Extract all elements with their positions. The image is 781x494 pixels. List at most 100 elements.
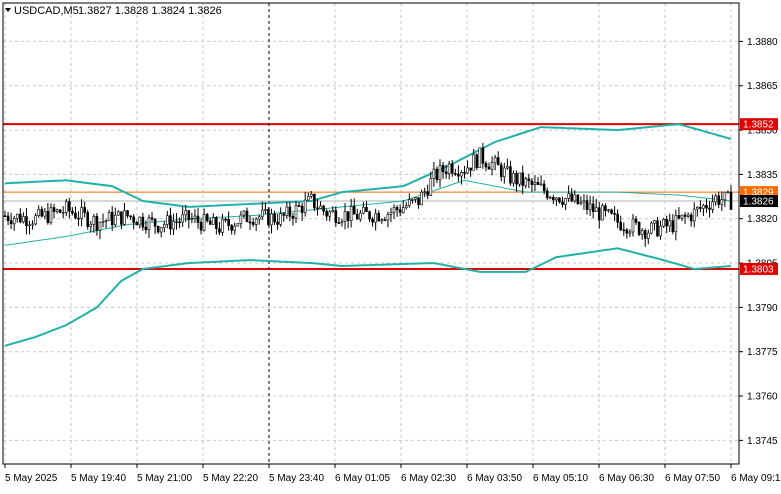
candle-body[interactable] [454,173,457,175]
candle-body[interactable] [147,217,151,231]
candle-body[interactable] [251,222,255,225]
candle-body[interactable] [625,229,629,234]
candle-body[interactable] [512,172,515,184]
candle-body[interactable] [22,216,25,223]
candle-body[interactable] [466,167,469,174]
candle-body[interactable] [696,207,699,210]
candle-body[interactable] [3,215,7,218]
candle-body[interactable] [254,218,258,225]
candle-body[interactable] [110,211,114,226]
candle-body[interactable] [43,210,47,217]
candle-body[interactable] [34,215,37,225]
candle-body[interactable] [138,216,142,226]
candle-body[interactable] [215,217,218,229]
candle-body[interactable] [637,222,641,235]
candle-body[interactable] [19,213,22,223]
candle-body[interactable] [52,207,56,212]
candle-body[interactable] [279,213,282,225]
candle-body[interactable] [374,213,377,223]
candle-body[interactable] [340,221,344,224]
candle-body[interactable] [328,211,332,217]
candle-body[interactable] [113,214,117,226]
candle-body[interactable] [576,194,580,204]
candle-body[interactable] [607,209,610,212]
candle-body[interactable] [561,201,564,205]
candle-body[interactable] [665,219,668,227]
candle-body[interactable] [503,167,506,178]
candle-body[interactable] [55,209,59,212]
candle-body[interactable] [656,220,659,237]
candle-body[interactable] [276,221,279,225]
candle-body[interactable] [610,209,613,214]
candle-body[interactable] [527,178,531,182]
candle-body[interactable] [236,223,240,227]
candle-body[interactable] [622,229,626,232]
candle-body[interactable] [282,213,286,216]
candle-body[interactable] [117,211,120,216]
candle-body[interactable] [509,166,512,184]
candle-body[interactable] [104,220,108,222]
candle-body[interactable] [591,203,595,212]
candle-body[interactable] [506,166,509,169]
candle-body[interactable] [469,167,472,171]
candle-body[interactable] [193,215,197,219]
candle-body[interactable] [692,208,696,222]
candle-body[interactable] [714,195,717,203]
candle-body[interactable] [426,191,430,196]
candle-body[interactable] [564,198,567,205]
candle-body[interactable] [362,206,365,214]
candle-body[interactable] [64,201,68,213]
candle-body[interactable] [533,182,537,185]
candle-body[interactable] [585,200,589,210]
candle-body[interactable] [548,196,552,199]
candle-body[interactable] [435,168,439,181]
candle-body[interactable] [705,205,708,209]
candle-body[interactable] [377,213,381,222]
candle-body[interactable] [380,219,384,222]
candle-body[interactable] [159,227,163,233]
candle-body[interactable] [190,218,194,221]
candle-body[interactable] [135,222,139,226]
candle-body[interactable] [132,216,135,223]
candle-body[interactable] [74,212,77,219]
candle-body[interactable] [264,209,267,211]
candle-body[interactable] [233,225,237,231]
candle-body[interactable] [450,163,454,174]
candle-body[interactable] [313,193,316,209]
candle-body[interactable] [472,154,475,171]
candle-body[interactable] [588,203,592,210]
candle-body[interactable] [172,221,175,230]
candle-body[interactable] [640,230,644,235]
candle-body[interactable] [536,182,540,185]
candle-body[interactable] [166,215,169,225]
candle-body[interactable] [414,197,417,200]
candle-body[interactable] [573,194,577,202]
candle-body[interactable] [77,217,80,220]
candle-body[interactable] [303,199,307,213]
candle-body[interactable] [444,171,448,175]
chart-canvas[interactable]: 1.38801.38651.38501.38351.38201.38051.37… [0,0,781,489]
candle-body[interactable] [310,193,313,197]
candle-body[interactable] [92,215,96,225]
candle-body[interactable] [150,217,154,220]
candle-body[interactable] [423,191,426,193]
candle-body[interactable] [555,197,558,201]
candle-body[interactable] [408,199,411,207]
candle-body[interactable] [515,172,518,185]
candle-body[interactable] [245,210,249,223]
candle-body[interactable] [208,220,212,225]
candle-body[interactable] [257,216,261,220]
candle-body[interactable] [300,205,304,213]
candle-body[interactable] [542,183,546,192]
candle-body[interactable] [58,209,62,213]
candle-body[interactable] [199,222,203,231]
candle-body[interactable] [343,211,347,222]
candle-body[interactable] [248,221,252,224]
candle-body[interactable] [619,221,623,231]
candle-body[interactable] [671,220,675,233]
candle-body[interactable] [401,207,405,213]
candle-body[interactable] [98,221,102,231]
candle-body[interactable] [359,212,362,220]
candle-body[interactable] [239,214,243,224]
candle-body[interactable] [325,210,328,217]
